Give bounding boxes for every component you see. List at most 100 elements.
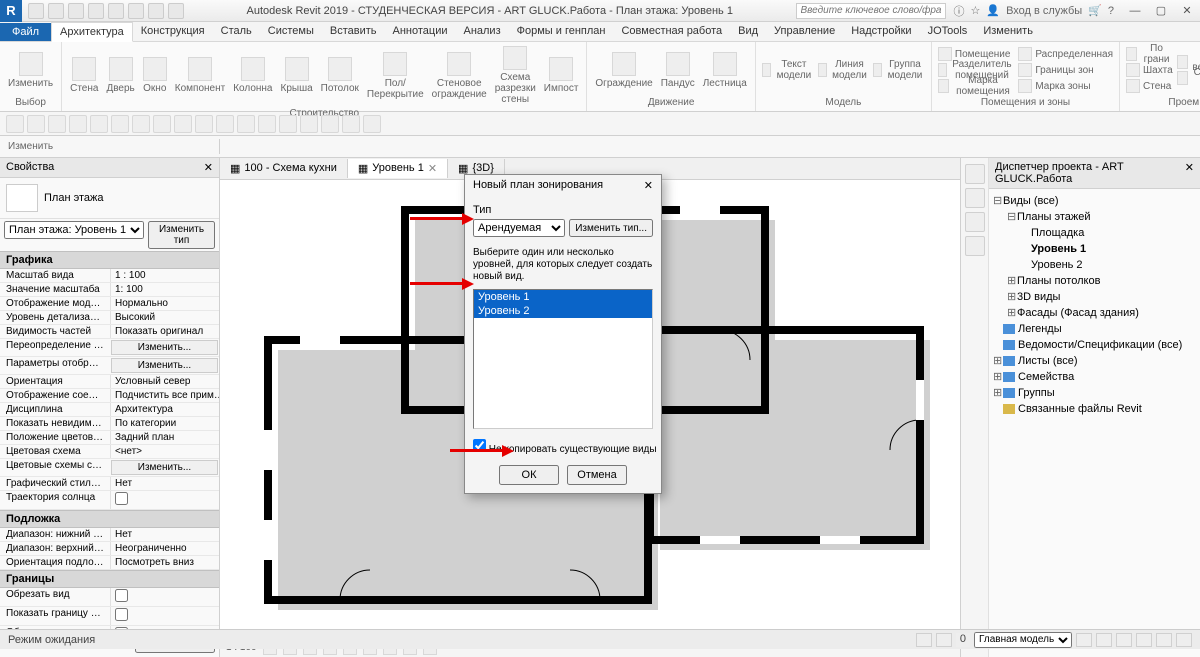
tool-btn[interactable] bbox=[195, 115, 213, 133]
ribbon-tab[interactable]: Системы bbox=[260, 22, 322, 41]
status-btn[interactable] bbox=[916, 633, 932, 647]
ribbon-button[interactable]: Окно bbox=[139, 55, 171, 96]
qat-btn[interactable] bbox=[168, 3, 184, 19]
login-link[interactable]: Вход в службы bbox=[1006, 5, 1082, 17]
status-btn[interactable] bbox=[1176, 633, 1192, 647]
ribbon-button[interactable]: Ограждение bbox=[591, 50, 656, 91]
view-tab[interactable]: ▦100 - Схема кухни bbox=[220, 159, 348, 178]
property-row[interactable]: Переопределение вид…Изменить... bbox=[0, 339, 219, 357]
user-icon[interactable]: 👤 bbox=[986, 4, 1000, 17]
cart-icon[interactable]: 🛒 bbox=[1088, 4, 1102, 17]
tool-btn[interactable] bbox=[174, 115, 192, 133]
level-item[interactable]: Уровень 1 bbox=[474, 290, 652, 304]
tool-btn[interactable] bbox=[48, 115, 66, 133]
property-row[interactable]: Ориентация подложкиПосмотреть вниз bbox=[0, 556, 219, 570]
ribbon-button[interactable]: Компонент bbox=[171, 55, 229, 96]
dialog-close-icon[interactable]: ✕ bbox=[644, 179, 653, 192]
tool-btn[interactable] bbox=[111, 115, 129, 133]
property-row[interactable]: Диапазон: верхний ур…Неограниченно bbox=[0, 542, 219, 556]
nav-btn[interactable] bbox=[965, 188, 985, 208]
ribbon-tab[interactable]: Архитектура bbox=[51, 22, 133, 42]
minimize-button[interactable]: — bbox=[1122, 0, 1148, 22]
tree-node[interactable]: ⊞Группы bbox=[993, 385, 1196, 401]
tool-btn[interactable] bbox=[90, 115, 108, 133]
qat-btn[interactable] bbox=[128, 3, 144, 19]
level-item[interactable]: Уровень 2 bbox=[474, 304, 652, 318]
ribbon-tab[interactable]: Изменить bbox=[975, 22, 1041, 41]
qat-btn[interactable] bbox=[68, 3, 84, 19]
viewcube-icon[interactable] bbox=[965, 164, 985, 184]
property-row[interactable]: ДисциплинаАрхитектура bbox=[0, 403, 219, 417]
tree-node[interactable]: Ведомости/Спецификации (все) bbox=[993, 337, 1196, 353]
property-row[interactable]: Уровень детализацииВысокий bbox=[0, 311, 219, 325]
model-select[interactable]: Главная модель bbox=[974, 632, 1072, 648]
tool-btn[interactable] bbox=[258, 115, 276, 133]
property-row[interactable]: ОриентацияУсловный север bbox=[0, 375, 219, 389]
nav-btn[interactable] bbox=[965, 212, 985, 232]
property-row[interactable]: Значение масштаба1: 100 bbox=[0, 283, 219, 297]
tree-node[interactable]: ⊟Виды (все) bbox=[993, 193, 1196, 209]
view-tab[interactable]: ▦Уровень 1✕ bbox=[348, 159, 448, 178]
qat-btn[interactable] bbox=[28, 3, 44, 19]
qat-btn[interactable] bbox=[108, 3, 124, 19]
type-select[interactable]: Арендуемая bbox=[473, 219, 565, 237]
ribbon-tab[interactable]: Совместная работа bbox=[613, 22, 730, 41]
tree-node[interactable]: ⊞Планы потолков bbox=[993, 273, 1196, 289]
status-btn[interactable] bbox=[1116, 633, 1132, 647]
ribbon-button[interactable]: Пандус bbox=[657, 50, 699, 91]
tool-btn[interactable] bbox=[342, 115, 360, 133]
edit-type-button[interactable]: Изменить тип bbox=[148, 221, 215, 249]
status-btn[interactable] bbox=[1136, 633, 1152, 647]
ribbon-tab[interactable]: Управление bbox=[766, 22, 843, 41]
tool-btn[interactable] bbox=[216, 115, 234, 133]
tree-node[interactable]: ⊞3D виды bbox=[993, 289, 1196, 305]
ribbon-button[interactable]: Изменить bbox=[4, 50, 57, 91]
ribbon-button[interactable]: Импост bbox=[540, 55, 583, 96]
tree-node[interactable]: Связанные файлы Revit bbox=[993, 401, 1196, 417]
ribbon-button[interactable]: Шахта bbox=[1124, 62, 1175, 78]
property-row[interactable]: Траектория солнца bbox=[0, 491, 219, 510]
status-btn[interactable] bbox=[1096, 633, 1112, 647]
ribbon-button[interactable]: Потолок bbox=[317, 55, 363, 96]
ribbon-button[interactable]: Группа модели bbox=[871, 62, 927, 78]
family-select[interactable]: План этажа: Уровень 1 bbox=[4, 221, 144, 239]
tool-btn[interactable] bbox=[132, 115, 150, 133]
ribbon-button[interactable]: Стеновое ограждение bbox=[428, 50, 491, 102]
property-row[interactable]: Цветовые схемы сист…Изменить... bbox=[0, 459, 219, 477]
status-btn[interactable] bbox=[1156, 633, 1172, 647]
search-input[interactable] bbox=[796, 3, 946, 19]
qat-btn[interactable] bbox=[48, 3, 64, 19]
tool-btn[interactable] bbox=[363, 115, 381, 133]
levels-list[interactable]: Уровень 1Уровень 2 bbox=[473, 289, 653, 429]
ribbon-button[interactable]: Линия модели bbox=[816, 62, 872, 78]
qat-btn[interactable] bbox=[148, 3, 164, 19]
qat-btn[interactable] bbox=[88, 3, 104, 19]
ribbon-button[interactable]: Лестница bbox=[699, 50, 751, 91]
info-icon[interactable]: ⓘ bbox=[954, 3, 965, 19]
tool-btn[interactable] bbox=[237, 115, 255, 133]
ribbon-button[interactable]: Стена bbox=[1124, 78, 1175, 94]
property-row[interactable]: Положение цветовой …Задний план bbox=[0, 431, 219, 445]
ribbon-tab[interactable]: Формы и генплан bbox=[509, 22, 614, 41]
tool-btn[interactable] bbox=[321, 115, 339, 133]
ribbon-button[interactable]: По грани bbox=[1124, 46, 1175, 62]
close-icon[interactable]: ✕ bbox=[1185, 161, 1194, 185]
star-icon[interactable]: ☆ bbox=[971, 4, 981, 17]
property-row[interactable]: Цветовая схема<нет> bbox=[0, 445, 219, 459]
property-row[interactable]: Параметры отображе…Изменить... bbox=[0, 357, 219, 375]
close-button[interactable]: ✕ bbox=[1174, 0, 1200, 22]
tab-file[interactable]: Файл bbox=[0, 23, 51, 41]
tool-btn[interactable] bbox=[153, 115, 171, 133]
ribbon-button[interactable]: Колонна bbox=[229, 55, 276, 96]
property-row[interactable]: Показать границу обр… bbox=[0, 607, 219, 626]
tree-node[interactable]: ⊞Листы (все) bbox=[993, 353, 1196, 369]
edit-type-button[interactable]: Изменить тип... bbox=[569, 219, 653, 237]
tool-btn[interactable] bbox=[6, 115, 24, 133]
tool-btn[interactable] bbox=[69, 115, 87, 133]
ribbon-tab[interactable]: Сталь bbox=[213, 22, 260, 41]
property-row[interactable]: Обрезать вид bbox=[0, 588, 219, 607]
ribbon-button[interactable]: Распределенная bbox=[1016, 46, 1115, 62]
ribbon-tab[interactable]: JOTools bbox=[920, 22, 976, 41]
property-row[interactable]: Отображение моделиНормально bbox=[0, 297, 219, 311]
ribbon-button[interactable]: Пол/Перекрытие bbox=[363, 50, 428, 102]
